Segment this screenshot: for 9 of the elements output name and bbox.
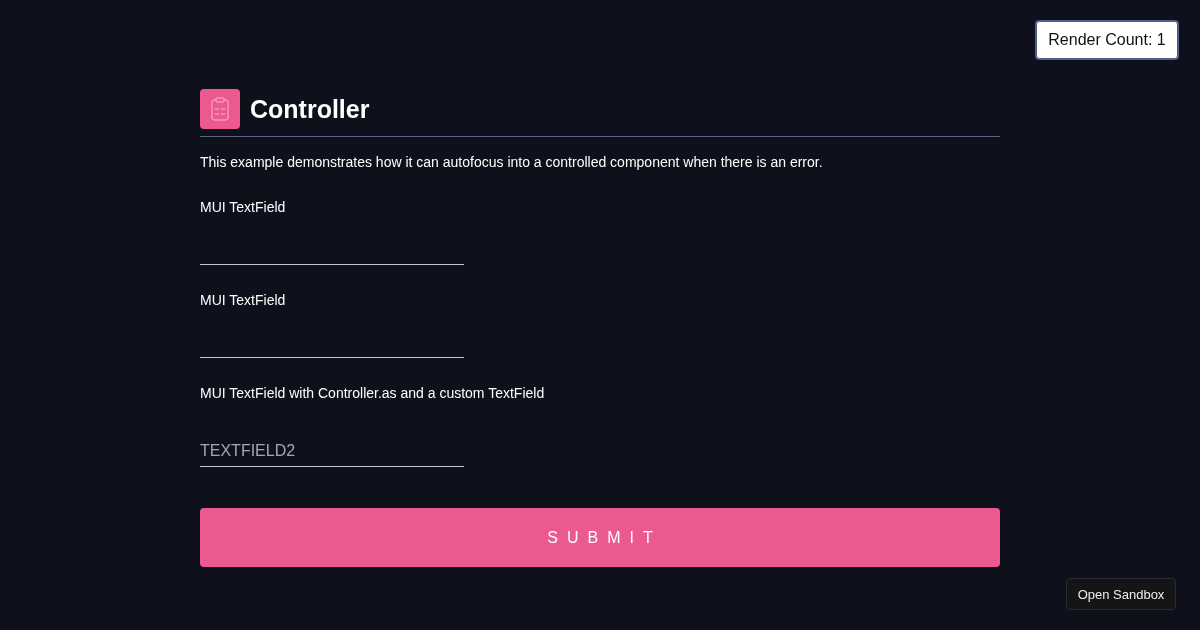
clipboard-icon: [200, 89, 240, 129]
description-text: This example demonstrates how it can autofocus into a controlled component when there is an error.: [200, 153, 824, 172]
render-count-button[interactable]: Render Count: 1: [1035, 20, 1179, 60]
page-title: Controller: [250, 94, 370, 125]
field-label: MUI TextField: [200, 198, 286, 217]
open-sandbox-button[interactable]: Open Sandbox: [1066, 578, 1176, 610]
field-label: MUI TextField: [200, 291, 286, 310]
text-input-field[interactable]: TEXTFIELD2: [200, 435, 464, 467]
field-label: MUI TextField with Controller.as and a custom TextField: [200, 384, 545, 403]
